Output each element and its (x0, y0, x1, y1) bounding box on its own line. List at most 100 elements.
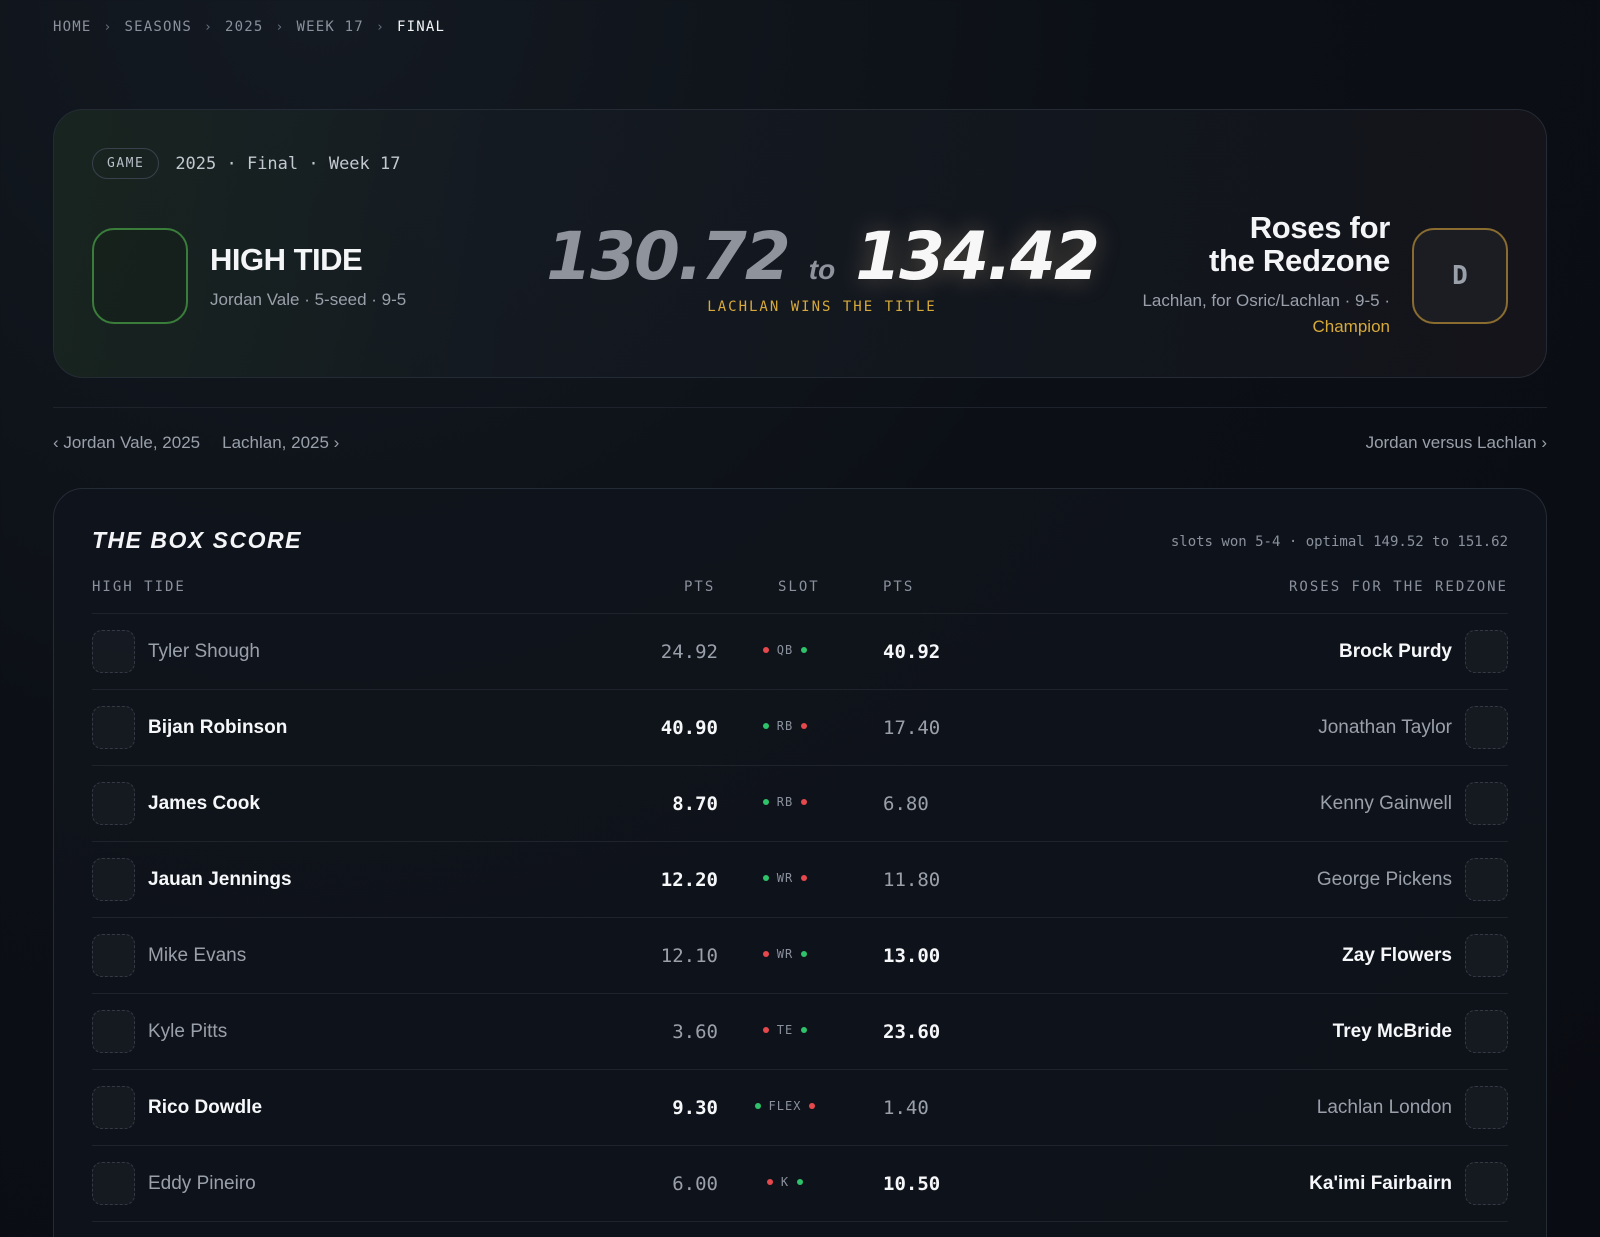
left-player-name[interactable]: Rico Dowdle (148, 1097, 262, 1119)
right-player-name[interactable]: George Pickens (1317, 869, 1452, 891)
left-team-logo (92, 228, 188, 324)
left-team[interactable]: HIGH TIDE Jordan Vale · 5-seed · 9-5 (92, 228, 406, 324)
right-player-name[interactable]: Lachlan London (1317, 1097, 1452, 1119)
right-team-subtitle: Lachlan, for Osric/Lachlan · 9-5 · Champ… (1142, 288, 1390, 341)
breadcrumb-seasons[interactable]: SEASONS (125, 19, 192, 35)
game-navigation: ‹ Jordan Vale, 2025 Lachlan, 2025 › Jord… (53, 433, 1547, 453)
table-row[interactable]: Eddy Pineiro 6.00 K 10.50 Ka'imi Fairbai… (92, 1146, 1508, 1222)
table-row[interactable]: Rico Dowdle 9.30 FLEX 1.40 Lachlan Londo… (92, 1070, 1508, 1146)
breadcrumb-current: FINAL (396, 19, 446, 35)
slot-indicator: RB (755, 795, 815, 809)
left-result-dot (766, 1179, 773, 1185)
player-avatar (92, 934, 135, 977)
player-avatar (92, 630, 135, 673)
scoreline: 130.72 to 134.42 LACHLAN WINS THE TITLE (532, 218, 1112, 315)
right-player-name[interactable]: Kenny Gainwell (1320, 793, 1452, 815)
table-row[interactable]: James Cook 8.70 RB 6.80 Kenny Gainwell (92, 766, 1508, 842)
table-row[interactable]: Jauan Jennings 12.20 WR 11.80 George Pic… (92, 842, 1508, 918)
left-player-points: 12.20 (660, 869, 718, 891)
right-result-dot (797, 1179, 804, 1185)
right-player-name[interactable]: Jonathan Taylor (1318, 717, 1452, 739)
right-player-name[interactable]: Zay Flowers (1342, 945, 1452, 967)
slot-indicator: WR (755, 871, 815, 885)
slot-label: QB (776, 643, 794, 657)
right-result-dot (801, 647, 808, 653)
slot-label: K (780, 1175, 790, 1189)
right-result-dot (801, 1027, 808, 1033)
left-player-points: 40.90 (660, 717, 718, 739)
left-player-points: 3.60 (672, 1021, 718, 1043)
header-pts-left: PTS (684, 579, 716, 595)
left-player-points: 9.30 (672, 1097, 718, 1119)
breadcrumb: HOME › SEASONS › 2025 › WEEK 17 › FINAL (53, 19, 445, 35)
right-player-name[interactable]: Brock Purdy (1339, 641, 1452, 663)
right-result-dot (801, 951, 808, 957)
left-player-points: 6.00 (672, 1173, 718, 1195)
slot-indicator: QB (755, 643, 815, 657)
header-left-team: HIGH TIDE (92, 579, 186, 595)
left-player-name[interactable]: Eddy Pineiro (148, 1173, 256, 1195)
right-team-owner: Lachlan, for Osric/Lachlan · 9-5 · (1142, 290, 1390, 310)
left-player-name[interactable]: Kyle Pitts (148, 1021, 227, 1043)
left-result-dot (762, 1027, 769, 1033)
right-team-name-line2: the Redzone (1209, 242, 1390, 278)
left-team-subtitle: Jordan Vale · 5-seed · 9-5 (210, 290, 407, 309)
box-score-card: THE BOX SCORE slots won 5-4 · optimal 14… (53, 488, 1547, 1237)
head-to-head-link[interactable]: Jordan versus Lachlan › (1366, 433, 1547, 453)
header-slot: SLOT (778, 579, 820, 595)
game-card: GAME 2025 · Final · Week 17 HIGH TIDE Jo… (53, 109, 1547, 378)
breadcrumb-separator: › (275, 19, 285, 35)
header-right-team: ROSES FOR THE REDZONE (1288, 579, 1508, 595)
player-avatar (92, 1086, 135, 1129)
left-result-dot (755, 1103, 761, 1109)
player-avatar (1465, 858, 1508, 901)
slot-label: FLEX (768, 1099, 802, 1113)
next-game-link[interactable]: Lachlan, 2025 › (222, 433, 339, 453)
table-row[interactable]: Mike Evans 12.10 WR 13.00 Zay Flowers (92, 918, 1508, 994)
right-team[interactable]: Roses for the Redzone Lachlan, for Osric… (1142, 210, 1508, 341)
right-team-score: 134.42 (855, 218, 1100, 295)
left-player-name[interactable]: Bijan Robinson (148, 717, 287, 739)
left-player-name[interactable]: Tyler Shough (148, 641, 260, 663)
right-result-dot (801, 875, 808, 881)
left-player-points: 8.70 (672, 793, 718, 815)
player-avatar (92, 782, 135, 825)
right-team-name-line1: Roses for (1249, 210, 1391, 245)
prev-game-link[interactable]: ‹ Jordan Vale, 2025 (53, 433, 200, 453)
right-result-dot (801, 723, 808, 729)
left-player-points: 24.92 (660, 641, 718, 663)
player-avatar (1465, 1010, 1508, 1053)
right-player-name[interactable]: Ka'imi Fairbairn (1309, 1173, 1452, 1195)
player-avatar (1465, 782, 1508, 825)
right-player-points: 17.40 (883, 717, 941, 739)
slot-indicator: RB (755, 719, 815, 733)
left-result-dot (762, 951, 769, 957)
right-player-points: 11.80 (883, 869, 941, 891)
left-player-name[interactable]: James Cook (148, 793, 260, 815)
right-team-logo: D (1412, 228, 1508, 325)
left-result-dot (762, 723, 769, 729)
header-pts-right: PTS (883, 579, 915, 595)
left-player-name[interactable]: Mike Evans (148, 945, 246, 967)
game-meta-text: 2025 · Final · Week 17 (175, 153, 401, 174)
divider (53, 407, 1547, 408)
right-player-points: 1.40 (883, 1097, 929, 1119)
player-avatar (92, 858, 135, 901)
slot-label: TE (776, 1023, 794, 1037)
table-row[interactable]: Kyle Pitts 3.60 TE 23.60 Trey McBride (92, 994, 1508, 1070)
left-team-name: HIGH TIDE (210, 242, 363, 277)
player-avatar (1465, 1162, 1508, 1205)
table-row[interactable]: Tyler Shough 24.92 QB 40.92 Brock Purdy (92, 614, 1508, 690)
game-pill: GAME (92, 148, 160, 179)
right-team-name: Roses for the Redzone (1142, 210, 1391, 278)
breadcrumb-week[interactable]: WEEK 17 (297, 19, 364, 35)
breadcrumb-home[interactable]: HOME (53, 19, 92, 35)
right-player-points: 10.50 (883, 1173, 941, 1195)
breadcrumb-year[interactable]: 2025 (225, 19, 264, 35)
left-player-name[interactable]: Jauan Jennings (148, 869, 292, 891)
box-score-title: THE BOX SCORE (92, 527, 302, 553)
left-result-dot (762, 875, 769, 881)
table-row[interactable]: Bijan Robinson 40.90 RB 17.40 Jonathan T… (92, 690, 1508, 766)
right-player-name[interactable]: Trey McBride (1333, 1021, 1452, 1043)
right-result-dot (801, 799, 808, 805)
